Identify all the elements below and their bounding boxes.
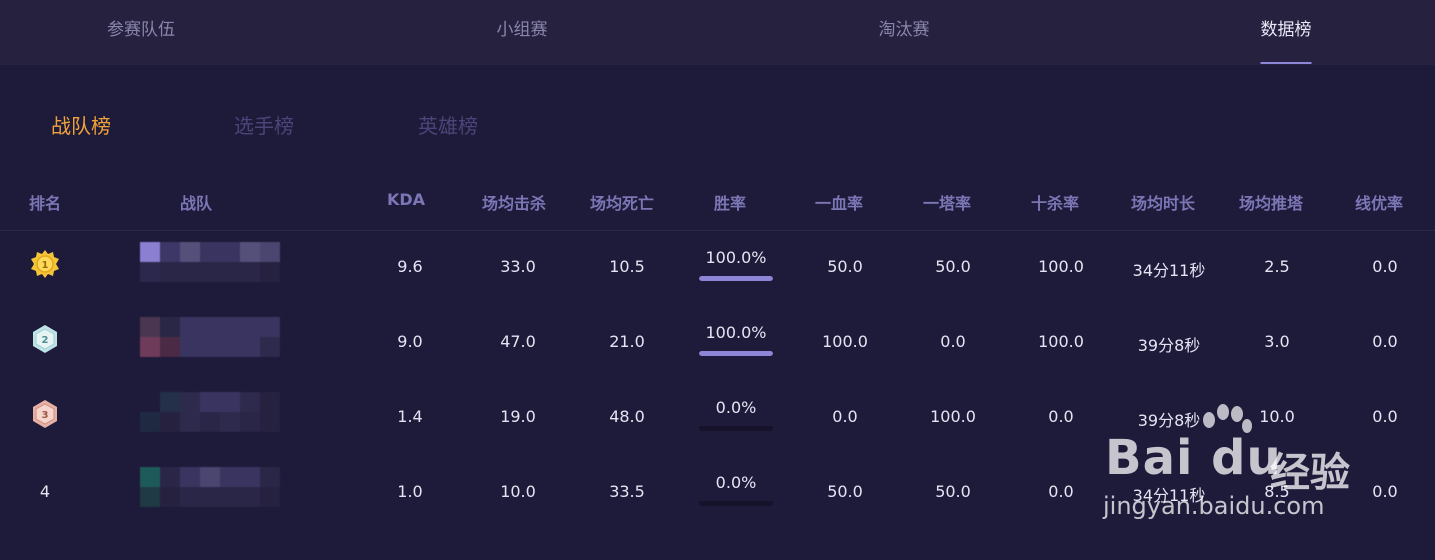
header-lane-advantage: 线优率 bbox=[1354, 194, 1404, 213]
first-tower-value: 50.0 bbox=[935, 482, 971, 501]
bronze-medal-icon: 3 bbox=[33, 400, 57, 428]
header-avg-deaths: 场均死亡 bbox=[589, 194, 655, 213]
first-blood-value: 100.0 bbox=[822, 332, 868, 351]
avg-kills-value: 47.0 bbox=[500, 332, 536, 351]
subtab-team-ranking[interactable]: 战队榜 bbox=[51, 110, 111, 139]
avg-duration-value: 39分8秒 bbox=[1137, 336, 1201, 355]
win-rate: 100.0% bbox=[699, 248, 773, 281]
team-logo-blurred bbox=[140, 467, 295, 517]
table-row[interactable]: 2 9.0 47.0 21.0 100.0% 100.0 0.0 100.0 3… bbox=[0, 305, 1435, 380]
win-rate-bar bbox=[699, 276, 773, 281]
win-rate-bar bbox=[699, 351, 773, 356]
tab-group-stage[interactable]: 小组赛 bbox=[497, 0, 548, 65]
avg-deaths-value: 33.5 bbox=[609, 482, 645, 501]
win-rate-bar bbox=[699, 501, 773, 506]
ten-kill-value: 0.0 bbox=[1048, 407, 1074, 426]
avg-deaths-value: 21.0 bbox=[609, 332, 645, 351]
svg-text:2: 2 bbox=[42, 335, 49, 346]
svg-text:3: 3 bbox=[42, 410, 49, 421]
avg-duration-value: 34分11秒 bbox=[1132, 261, 1206, 280]
watermark-url: jingyan.baidu.com bbox=[1103, 492, 1325, 520]
first-blood-value: 50.0 bbox=[827, 482, 863, 501]
win-rate-value: 0.0% bbox=[715, 398, 757, 417]
ten-kill-value: 100.0 bbox=[1038, 332, 1084, 351]
win-rate: 0.0% bbox=[699, 398, 773, 431]
silver-medal-icon: 2 bbox=[33, 325, 57, 353]
avg-deaths-value: 48.0 bbox=[609, 407, 645, 426]
header-kda: KDA bbox=[386, 190, 426, 209]
first-tower-value: 50.0 bbox=[935, 257, 971, 276]
gold-medal-icon: 1 bbox=[31, 250, 59, 278]
header-first-tower: 一塔率 bbox=[922, 194, 972, 213]
first-blood-value: 50.0 bbox=[827, 257, 863, 276]
svg-text:1: 1 bbox=[42, 260, 49, 271]
first-tower-value: 0.0 bbox=[940, 332, 966, 351]
avg-kills-value: 19.0 bbox=[500, 407, 536, 426]
header-first-blood: 一血率 bbox=[814, 194, 864, 213]
avg-deaths-value: 10.5 bbox=[609, 257, 645, 276]
avg-kills-value: 33.0 bbox=[500, 257, 536, 276]
ten-kill-value: 0.0 bbox=[1048, 482, 1074, 501]
header-rank: 排名 bbox=[28, 194, 62, 213]
win-rate: 0.0% bbox=[699, 473, 773, 506]
ten-kill-value: 100.0 bbox=[1038, 257, 1084, 276]
win-rate: 100.0% bbox=[699, 323, 773, 356]
team-logo-blurred bbox=[140, 392, 295, 442]
kda-value: 1.4 bbox=[397, 407, 423, 426]
team-logo-blurred bbox=[140, 242, 295, 292]
table-row[interactable]: 1 9.6 33.0 10.5 100.0% 50.0 50.0 100.0 3… bbox=[0, 230, 1435, 305]
rank-number: 4 bbox=[39, 482, 51, 501]
team-logo-blurred bbox=[140, 317, 295, 367]
tab-knockout[interactable]: 淘汰赛 bbox=[879, 0, 930, 65]
header-avg-kills: 场均击杀 bbox=[481, 194, 547, 213]
win-rate-value: 100.0% bbox=[705, 323, 767, 342]
subtab-player-ranking[interactable]: 选手榜 bbox=[234, 110, 294, 139]
header-win-rate: 胜率 bbox=[713, 194, 747, 213]
watermark-brand: Bai du bbox=[1105, 430, 1282, 486]
top-navigation: 参赛队伍 小组赛 淘汰赛 数据榜 bbox=[0, 0, 1435, 65]
avg-towers-value: 2.5 bbox=[1264, 257, 1290, 276]
win-rate-value: 0.0% bbox=[715, 473, 757, 492]
win-rate-bar bbox=[699, 426, 773, 431]
header-team: 战队 bbox=[179, 194, 213, 213]
avg-kills-value: 10.0 bbox=[500, 482, 536, 501]
header-ten-kill: 十杀率 bbox=[1030, 194, 1080, 213]
avg-towers-value: 3.0 bbox=[1264, 332, 1290, 351]
header-avg-towers: 场均推塔 bbox=[1238, 194, 1304, 213]
watermark-brand-cn: 经验 bbox=[1270, 450, 1350, 496]
first-blood-value: 0.0 bbox=[832, 407, 858, 426]
subtab-hero-ranking[interactable]: 英雄榜 bbox=[418, 110, 478, 139]
baidu-jingyan-watermark: Bai du 经验 jingyan.baidu.com bbox=[1095, 400, 1425, 530]
kda-value: 1.0 bbox=[397, 482, 423, 501]
first-tower-value: 100.0 bbox=[930, 407, 976, 426]
lane-advantage-value: 0.0 bbox=[1372, 332, 1398, 351]
win-rate-value: 100.0% bbox=[705, 248, 767, 267]
tab-stats[interactable]: 数据榜 bbox=[1260, 0, 1312, 65]
tab-teams[interactable]: 参赛队伍 bbox=[107, 0, 175, 65]
lane-advantage-value: 0.0 bbox=[1372, 257, 1398, 276]
kda-value: 9.6 bbox=[397, 257, 423, 276]
kda-value: 9.0 bbox=[397, 332, 423, 351]
header-avg-duration: 场均时长 bbox=[1130, 194, 1196, 213]
